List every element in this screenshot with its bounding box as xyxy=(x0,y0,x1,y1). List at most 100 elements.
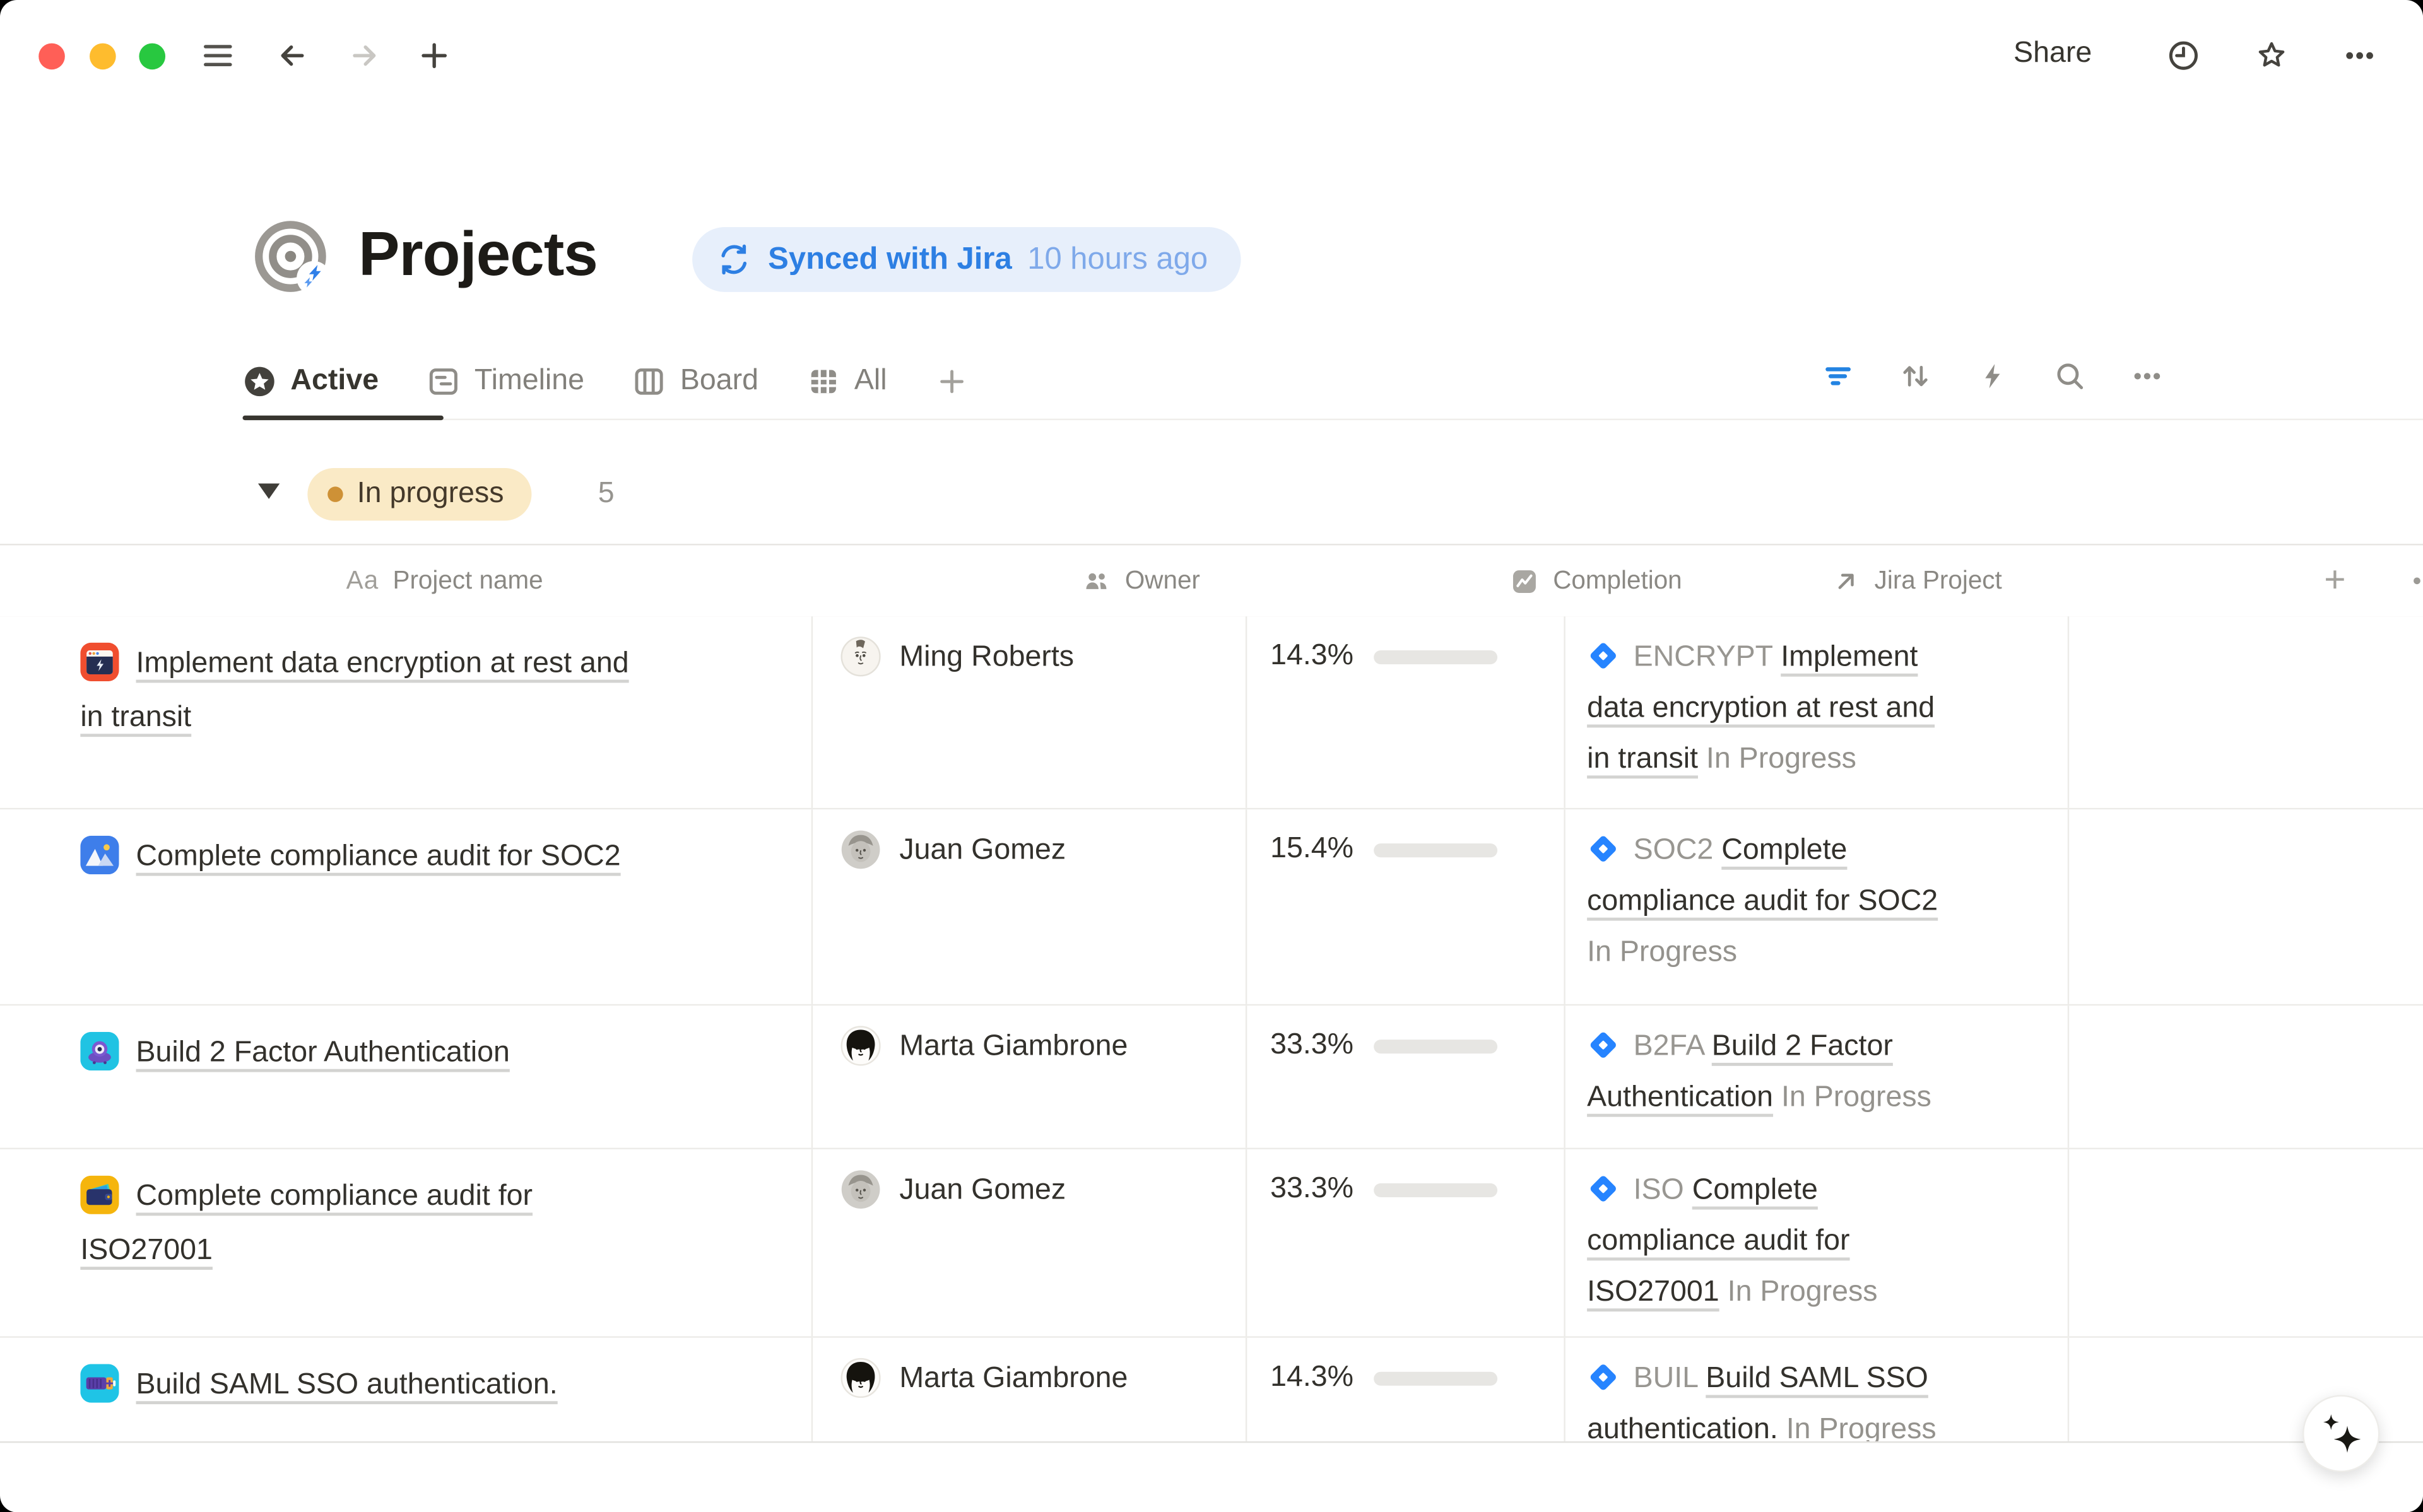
tab-all[interactable]: All xyxy=(806,365,887,399)
empty-cell[interactable] xyxy=(2068,809,2423,1004)
column-header-completion[interactable]: Completion xyxy=(1510,545,1682,616)
target-with-jira-badge-icon[interactable] xyxy=(254,218,334,298)
tab-timeline[interactable]: Timeline xyxy=(427,365,584,399)
completion-cell[interactable]: 14.3% xyxy=(1246,1338,1564,1443)
sparkle-icon xyxy=(2316,1410,2366,1456)
alien-app-icon xyxy=(80,1032,119,1070)
history-clock-icon[interactable] xyxy=(2166,38,2200,73)
table-row: Build 2 Factor Authentication Marta Giam… xyxy=(0,1005,2423,1149)
column-label: Completion xyxy=(1553,566,1682,596)
jira-project-cell[interactable]: ISO Complete compliance audit for ISO270… xyxy=(1564,1149,2067,1336)
jira-project-cell[interactable]: BUIL Build SAML SSO authentication. In P… xyxy=(1564,1338,2067,1443)
owner-name: Ming Roberts xyxy=(899,636,1074,678)
jira-sync-chip[interactable]: Synced with Jira 10 hours ago xyxy=(692,227,1240,292)
add-column-button[interactable]: + xyxy=(2324,545,2345,616)
jira-diamond-icon xyxy=(1587,1361,1619,1393)
owner-cell[interactable]: Marta Giambrone xyxy=(811,1005,1246,1147)
sync-chip-label: Synced with Jira xyxy=(768,242,1012,277)
owner-cell[interactable]: Juan Gomez xyxy=(811,1149,1246,1336)
mountains-photo-app-icon xyxy=(80,836,119,874)
browser-bolt-app-icon xyxy=(80,643,119,681)
jira-diamond-icon xyxy=(1587,833,1619,865)
sort-icon[interactable] xyxy=(1899,360,1931,392)
table-more-ellipsis-icon[interactable] xyxy=(2410,545,2423,616)
screen: Share Projects Synced with Jira 10 hours… xyxy=(0,0,2423,1512)
add-view-button[interactable] xyxy=(935,365,969,399)
jira-diamond-icon xyxy=(1587,1173,1619,1205)
project-name-cell[interactable]: Build 2 Factor Authentication xyxy=(0,1005,811,1147)
jira-project-cell[interactable]: B2FA Build 2 Factor Authentication In Pr… xyxy=(1564,1005,2067,1147)
owner-name: Juan Gomez xyxy=(899,1169,1066,1211)
battery-app-icon xyxy=(80,1364,119,1402)
jira-diamond-icon xyxy=(1587,1029,1619,1061)
owner-name: Marta Giambrone xyxy=(899,1026,1128,1067)
owner-cell[interactable]: Marta Giambrone xyxy=(811,1338,1246,1443)
jira-project-cell[interactable]: ENCRYPT Implement data encryption at res… xyxy=(1564,616,2067,808)
search-icon[interactable] xyxy=(2054,360,2086,392)
empty-cell[interactable] xyxy=(2068,1149,2423,1336)
project-name-cell[interactable]: Complete compliance audit for SOC2 xyxy=(0,809,811,1004)
project-title-link[interactable]: Build 2 Factor Authentication xyxy=(136,1036,510,1069)
group-status-pill[interactable]: In progress xyxy=(307,468,531,520)
view-tabs: Active Timeline Board All xyxy=(242,343,969,420)
project-title-link[interactable]: Implement data encryption at rest and in… xyxy=(80,647,628,734)
group-label: In progress xyxy=(357,478,504,512)
jira-status: In Progress xyxy=(1728,1276,1878,1308)
completion-cell[interactable]: 14.3% xyxy=(1246,616,1564,808)
owner-name: Juan Gomez xyxy=(899,829,1066,871)
more-ellipsis-icon[interactable] xyxy=(2131,360,2163,392)
table-body: Implement data encryption at rest and in… xyxy=(0,616,2423,1443)
completion-cell[interactable]: 15.4% xyxy=(1246,809,1564,1004)
sync-chip-time: 10 hours ago xyxy=(1027,242,1208,277)
project-title-link[interactable]: Build SAML SSO authentication. xyxy=(136,1369,558,1401)
text-aa-icon: Aa xyxy=(346,566,379,596)
tab-board[interactable]: Board xyxy=(632,365,758,399)
owner-cell[interactable]: Juan Gomez xyxy=(811,809,1246,1004)
status-dot xyxy=(327,486,343,501)
table-header: Aa Project name Owner Completion Jira Pr… xyxy=(0,544,2423,618)
more-ellipsis-icon[interactable] xyxy=(2343,38,2377,73)
owner-cell[interactable]: Ming Roberts xyxy=(811,616,1246,808)
group-collapse-toggle[interactable] xyxy=(258,484,280,499)
empty-cell[interactable] xyxy=(2068,616,2423,808)
table-row: Complete compliance audit for ISO27001 J… xyxy=(0,1149,2423,1338)
column-header-project-name[interactable]: Aa Project name xyxy=(346,545,543,616)
completion-cell[interactable]: 33.3% xyxy=(1246,1149,1564,1336)
hamburger-icon[interactable] xyxy=(201,38,235,73)
minimize-window-button[interactable] xyxy=(90,42,116,69)
empty-cell[interactable] xyxy=(2068,1005,2423,1147)
tab-label: All xyxy=(854,365,887,399)
project-name-cell[interactable]: Complete compliance audit for ISO27001 xyxy=(0,1149,811,1336)
zoom-window-button[interactable] xyxy=(139,42,165,69)
project-name-cell[interactable]: Build SAML SSO authentication. xyxy=(0,1338,811,1443)
favorite-star-icon[interactable] xyxy=(2255,38,2289,73)
filter-icon[interactable] xyxy=(1822,360,1854,392)
share-button[interactable]: Share xyxy=(2013,37,2092,71)
project-title-link[interactable]: Complete compliance audit for ISO27001 xyxy=(80,1180,533,1267)
arrow-up-right-icon xyxy=(1831,566,1861,596)
column-header-jira-project[interactable]: Jira Project xyxy=(1831,545,2002,616)
completion-value: 33.3% xyxy=(1270,1026,1353,1066)
avatar xyxy=(840,1169,881,1210)
board-view-icon xyxy=(632,365,666,399)
ai-assistant-button[interactable] xyxy=(2302,1395,2379,1472)
column-header-owner[interactable]: Owner xyxy=(1082,545,1200,616)
project-name-cell[interactable]: Implement data encryption at rest and in… xyxy=(0,616,811,808)
column-label: Project name xyxy=(393,566,543,596)
project-title-link[interactable]: Complete compliance audit for SOC2 xyxy=(136,840,621,872)
back-arrow-icon[interactable] xyxy=(275,38,309,73)
completion-value: 33.3% xyxy=(1270,1169,1353,1210)
jira-project-cell[interactable]: SOC2 Complete compliance audit for SOC2 … xyxy=(1564,809,2067,1004)
jira-key: B2FA xyxy=(1634,1030,1704,1062)
completion-cell[interactable]: 33.3% xyxy=(1246,1005,1564,1147)
zap-icon[interactable] xyxy=(1976,360,2008,392)
jira-key: BUIL xyxy=(1634,1363,1698,1395)
views-divider xyxy=(242,419,2423,420)
close-window-button[interactable] xyxy=(38,42,65,69)
new-tab-plus-icon[interactable] xyxy=(417,38,451,73)
table-row: Build SAML SSO authentication. Marta Gia… xyxy=(0,1338,2423,1443)
tab-active[interactable]: Active xyxy=(242,365,379,399)
forward-arrow-icon[interactable] xyxy=(348,38,382,73)
people-icon xyxy=(1082,566,1111,596)
table-row: Implement data encryption at rest and in… xyxy=(0,616,2423,809)
